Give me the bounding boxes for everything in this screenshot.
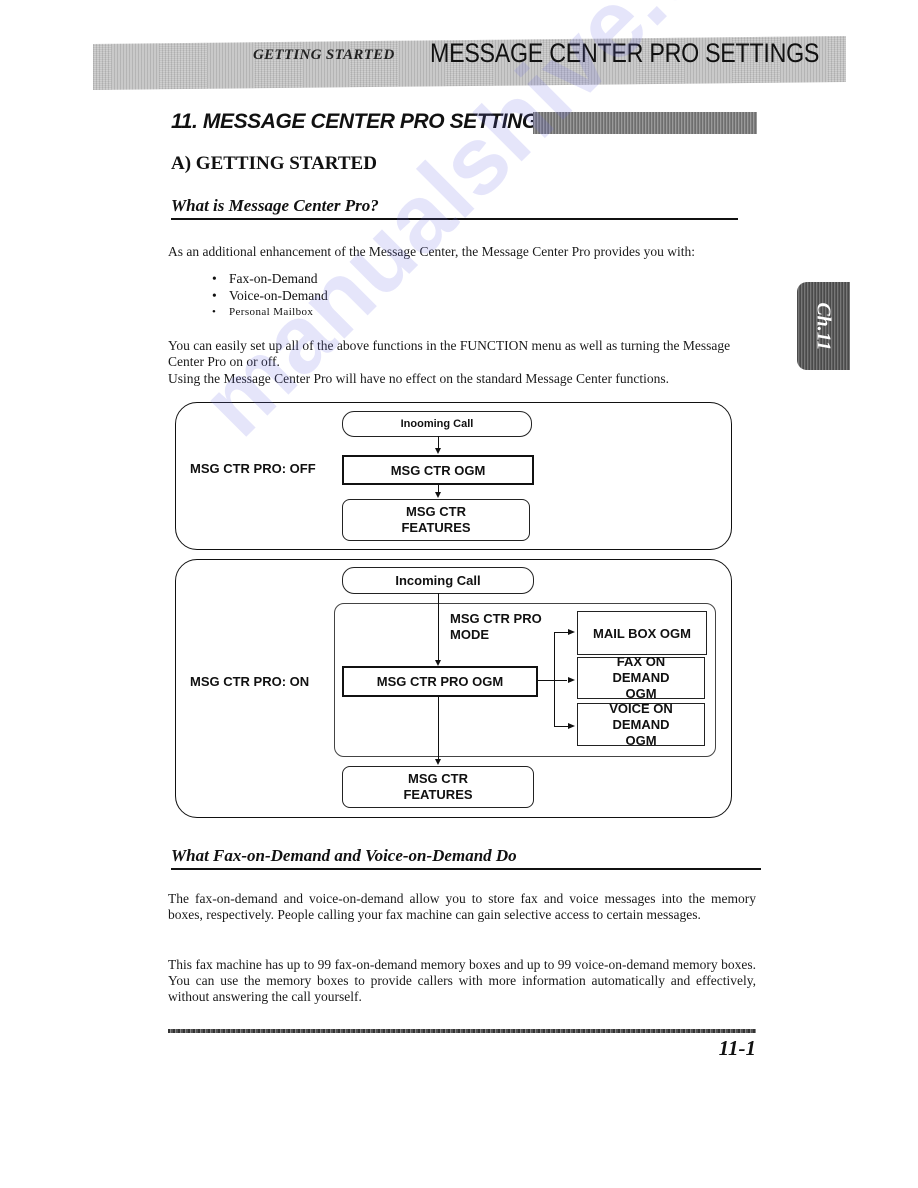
msg-ctr-ogm-node: MSG CTR OGM: [342, 455, 534, 485]
list-item: Voice-on-Demand: [214, 288, 328, 305]
msg-ctr-features-node: MSG CTR FEATURES: [342, 766, 534, 808]
arrow-right-icon: [568, 677, 575, 683]
arrow-right-icon: [568, 629, 575, 635]
chapter-title-bar: [533, 112, 757, 134]
mailbox-ogm-node: MAIL BOX OGM: [577, 611, 707, 655]
page-number: 11-1: [718, 1036, 756, 1060]
pro-mode-label: MSG CTR PRO MODE: [450, 611, 542, 642]
connector: [438, 593, 439, 663]
msg-ctr-pro-ogm-node: MSG CTR PRO OGM: [342, 666, 538, 697]
connector: [554, 632, 555, 726]
msg-ctr-features-label: MSG CTR FEATURES: [403, 771, 473, 802]
subheading-fax-voice-on-demand: What Fax-on-Demand and Voice-on-Demand D…: [171, 846, 761, 870]
feature-list: Fax-on-Demand Voice-on-Demand Personal M…: [214, 271, 328, 321]
arrow-down-icon: [435, 492, 441, 498]
incoming-call-node: Inooming Call: [342, 411, 532, 437]
subheading-what-is: What is Message Center Pro?: [171, 196, 738, 220]
arrow-right-icon: [568, 723, 575, 729]
no-effect-paragraph: Using the Message Center Pro will have n…: [168, 371, 669, 386]
header-title: MESSAGE CENTER PRO SETTINGS: [430, 38, 820, 68]
msg-ctr-features-node: MSG CTR FEATURES: [342, 499, 530, 541]
incoming-call-label: Incoming Call: [395, 573, 481, 588]
arrow-down-icon: [435, 448, 441, 454]
intro-paragraph: As an additional enhancement of the Mess…: [168, 244, 695, 259]
connector: [554, 632, 568, 633]
connector: [537, 680, 567, 681]
list-item: Fax-on-Demand: [214, 271, 328, 288]
chapter-tab: Ch.11: [797, 282, 850, 370]
mode-off-label: MSG CTR PRO: OFF: [190, 461, 316, 476]
voice-on-demand-ogm-node: VOICE ON DEMAND OGM: [577, 700, 705, 748]
list-item: Personal Mailbox: [214, 304, 328, 321]
msg-ctr-ogm-label: MSG CTR OGM: [390, 462, 486, 478]
fod-vod-paragraph: The fax-on-demand and voice-on-demand al…: [168, 891, 756, 922]
voice-on-demand-ogm-label: VOICE ON DEMAND OGM: [609, 700, 673, 748]
chapter-tab-label: Ch.11: [812, 301, 835, 351]
header-section-label: GETTING STARTED: [253, 47, 395, 63]
connector: [554, 726, 568, 727]
msg-ctr-pro-ogm-label: MSG CTR PRO OGM: [376, 674, 504, 689]
connector: [438, 695, 439, 761]
msg-ctr-features-label: MSG CTR FEATURES: [401, 504, 471, 535]
arrow-down-icon: [435, 759, 441, 765]
incoming-call-node: Incoming Call: [342, 567, 534, 594]
mailbox-ogm-label: MAIL BOX OGM: [593, 625, 691, 641]
memory-boxes-paragraph: This fax machine has up to 99 fax-on-dem…: [168, 957, 756, 1004]
chapter-title: 11. MESSAGE CENTER PRO SETTINGS: [171, 110, 552, 133]
setup-paragraph: You can easily set up all of the above f…: [168, 338, 731, 369]
footer-rule: [168, 1029, 756, 1033]
mode-on-label: MSG CTR PRO: ON: [190, 674, 310, 689]
section-heading: A) GETTING STARTED: [171, 153, 377, 174]
incoming-call-label: Inooming Call: [400, 418, 474, 430]
fax-on-demand-ogm-node: FAX ON DEMAND OGM: [577, 654, 705, 701]
fax-on-demand-ogm-label: FAX ON DEMAND OGM: [612, 654, 670, 701]
